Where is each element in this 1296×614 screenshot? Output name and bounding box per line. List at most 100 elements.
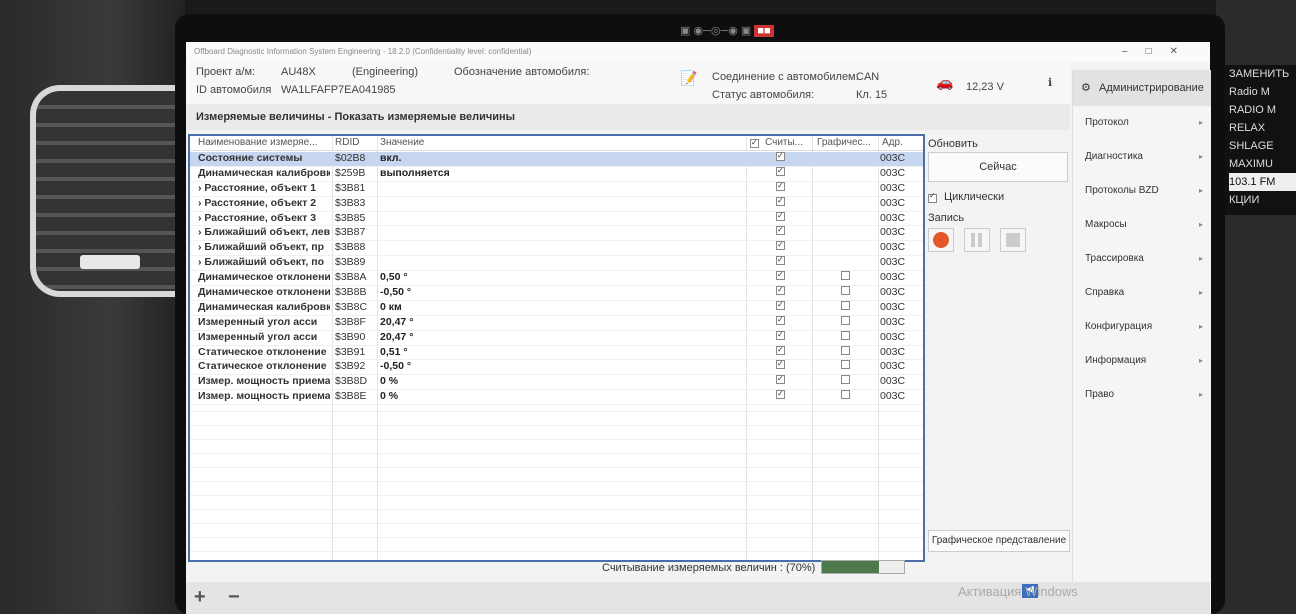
cell-address: 003C: [880, 375, 906, 388]
vent-knob: [80, 255, 140, 269]
read-checkbox[interactable]: [776, 286, 785, 296]
record-button[interactable]: [928, 228, 954, 252]
cell-name: Состояние системы: [198, 152, 303, 164]
cell-address: 003C: [880, 211, 906, 224]
read-checkbox[interactable]: [776, 241, 785, 251]
vehicle-id-label: ID автомобиля: [196, 84, 272, 96]
table-row[interactable]: › Расстояние, объект 3 $3B85 003C: [190, 211, 923, 227]
read-checkbox[interactable]: [776, 256, 785, 266]
read-checkbox[interactable]: [776, 196, 785, 206]
remove-button[interactable]: −: [228, 586, 240, 609]
radio-line: 103.1 FM: [1229, 173, 1296, 191]
stop-button[interactable]: [1000, 228, 1026, 252]
window-controls[interactable]: –□✕: [1122, 42, 1196, 62]
table-row[interactable]: Измеренный угол асси $3B8F 20,47 ° 003C: [190, 315, 923, 331]
add-button[interactable]: +: [194, 586, 206, 609]
table-row[interactable]: Статическое отклонение $3B92 -0,50 ° 003C: [190, 360, 923, 376]
read-checkbox[interactable]: [776, 345, 785, 355]
col-value-header[interactable]: Значение: [380, 136, 424, 150]
cell-address: 003C: [880, 271, 906, 284]
cell-address: 003C: [880, 181, 906, 194]
graph-checkbox[interactable]: [841, 330, 850, 340]
cell-name: Динамическая калибровка: [198, 300, 330, 313]
menu-macros[interactable]: Макросы: [1073, 208, 1211, 242]
table-row[interactable]: › Расстояние, объект 2 $3B83 003C: [190, 196, 923, 212]
pause-button[interactable]: [964, 228, 990, 252]
read-checkbox[interactable]: [776, 315, 785, 325]
cell-address: 003C: [880, 256, 906, 269]
select-all-checkbox[interactable]: [750, 139, 759, 148]
menu-tracing[interactable]: Трассировка: [1073, 242, 1211, 276]
cell-address: 003C: [880, 330, 906, 343]
menu-help[interactable]: Справка: [1073, 276, 1211, 310]
read-checkbox[interactable]: [776, 211, 785, 221]
menu-diagnostics[interactable]: Диагностика: [1073, 140, 1211, 174]
read-checkbox[interactable]: [776, 271, 785, 281]
cell-value: 20,47 °: [380, 315, 414, 328]
graph-view-button[interactable]: Графическое представление: [928, 530, 1070, 552]
vehicle-header: Проект а/м: AU48X (Engineering) Обозначе…: [186, 62, 1070, 104]
cell-name: › Ближайший объект, по: [198, 256, 324, 269]
read-checkbox[interactable]: [776, 390, 785, 400]
cell-name: Динамическое отклонение: [198, 271, 330, 284]
cell-name: › Ближайший объект, пр: [198, 241, 324, 254]
cell-value: 0 км: [380, 300, 402, 313]
table-row[interactable]: › Расстояние, объект 1 $3B81 003C: [190, 181, 923, 197]
table-row[interactable]: Динамическое отклонение $3B8B -0,50 ° 003C: [190, 286, 923, 301]
col-graph-header[interactable]: Графичес...: [817, 136, 877, 150]
table-row[interactable]: Состояние системы $02B8 вкл. 003C: [190, 152, 923, 167]
read-checkbox[interactable]: [776, 375, 785, 385]
read-checkbox[interactable]: [776, 181, 785, 191]
menu-admin[interactable]: ⚙ Администрирование: [1073, 70, 1211, 106]
notepad-icon[interactable]: 📝: [680, 70, 697, 87]
col-rdid-header[interactable]: RDID: [335, 136, 359, 150]
table-row[interactable]: › Ближайший объект, пр $3B88 003C: [190, 241, 923, 257]
graph-checkbox[interactable]: [841, 315, 850, 325]
project-value: AU48X: [281, 66, 316, 78]
col-name-header[interactable]: Наименование измеряе...: [198, 136, 330, 150]
record-label: Запись: [928, 212, 965, 224]
menu-protocol[interactable]: Протокол: [1073, 106, 1211, 140]
menu-bzd-protocols[interactable]: Протоколы BZD: [1073, 174, 1211, 208]
graph-checkbox[interactable]: [841, 300, 850, 310]
read-checkbox[interactable]: [776, 226, 785, 236]
graph-checkbox[interactable]: [841, 360, 850, 370]
table-row[interactable]: Измер. мощность приема $3B8E 0 % 003C: [190, 390, 923, 406]
table-row[interactable]: Динамическое отклонение $3B8A 0,50 ° 003C: [190, 271, 923, 287]
menu-information[interactable]: Информация: [1073, 344, 1211, 378]
connection-value: CAN: [856, 71, 880, 83]
cell-value: выполняется: [380, 166, 450, 179]
table-row[interactable]: › Ближайший объект, по $3B89 003C: [190, 256, 923, 272]
table-row[interactable]: Измеренный угол асси $3B90 20,47 ° 003C: [190, 330, 923, 346]
cell-value: -0,50 °: [380, 286, 412, 299]
cell-rdid: $3B8A: [335, 271, 367, 284]
read-checkbox[interactable]: [776, 166, 785, 176]
menu-legal[interactable]: Право: [1073, 378, 1211, 412]
col-adr-header[interactable]: Адр.: [882, 136, 903, 150]
stop-icon: [1006, 233, 1020, 247]
table-row[interactable]: Измер. мощность приема $3B8D 0 % 003C: [190, 375, 923, 391]
table-row[interactable]: Динамическая калибровка $259B выполняется 0…: [190, 166, 923, 182]
table-row[interactable]: Динамическая калибровка $3B8C 0 км 003C: [190, 300, 923, 316]
read-checkbox[interactable]: [776, 300, 785, 310]
menu-configuration[interactable]: Конфигурация: [1073, 310, 1211, 344]
table-body: Состояние системы$02B8вкл.003CДинамическ…: [190, 152, 923, 406]
graph-checkbox[interactable]: [841, 390, 850, 400]
graph-checkbox[interactable]: [841, 345, 850, 355]
camera-bar: ▣ ◉─◎─◉ ▣ ■■: [680, 24, 800, 42]
refresh-now-button[interactable]: Сейчас: [928, 152, 1068, 182]
graph-checkbox[interactable]: [841, 286, 850, 296]
table-row[interactable]: Статическое отклонение $3B91 0,51 ° 003C: [190, 345, 923, 361]
cell-name: › Ближайший объект, лев: [198, 226, 330, 239]
cyclic-checkbox[interactable]: [928, 191, 937, 203]
window-title: Offboard Diagnostic Information System E…: [194, 47, 532, 56]
info-icon[interactable]: ℹ: [1048, 76, 1052, 89]
table-row[interactable]: › Ближайший объект, лев $3B87 003C: [190, 226, 923, 242]
graph-checkbox[interactable]: [841, 271, 850, 281]
read-checkbox[interactable]: [776, 152, 785, 161]
read-checkbox[interactable]: [776, 360, 785, 370]
graph-checkbox[interactable]: [841, 375, 850, 385]
cell-rdid: $3B92: [335, 360, 366, 373]
read-checkbox[interactable]: [776, 330, 785, 340]
col-read-header[interactable]: Считы...: [765, 136, 815, 150]
